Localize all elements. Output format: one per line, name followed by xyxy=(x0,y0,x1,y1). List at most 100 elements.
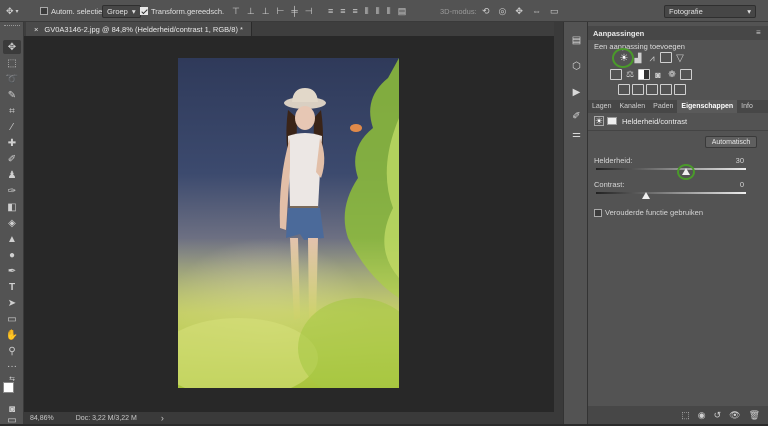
selective-color-icon[interactable] xyxy=(674,84,686,95)
crop-tool-icon[interactable]: ⌗ xyxy=(3,104,21,118)
auto-button[interactable]: Automatisch xyxy=(705,136,757,148)
dodge-tool-icon[interactable]: ● xyxy=(3,248,21,262)
checkbox-icon[interactable] xyxy=(40,7,48,15)
black-white-icon[interactable] xyxy=(638,69,650,80)
curves-icon[interactable]: ⩘ xyxy=(646,52,658,64)
photo-canvas[interactable] xyxy=(178,58,399,388)
levels-icon[interactable]: ▟ xyxy=(632,52,644,64)
auto-align-icon[interactable]: ▤ xyxy=(398,6,407,17)
layer-mask-icon[interactable] xyxy=(607,117,617,125)
distribute-top-icon[interactable]: ≡ xyxy=(328,6,333,16)
move-tool-icon[interactable]: ✥ ▾ xyxy=(6,0,19,22)
checkbox-checked-icon[interactable] xyxy=(140,7,148,15)
history-brush-tool-icon[interactable]: ✑ xyxy=(3,184,21,198)
blur-tool-icon[interactable]: ▲ xyxy=(3,232,21,246)
contrast-value[interactable]: 0 xyxy=(732,180,744,189)
3d-panel-icon[interactable]: ⬡ xyxy=(568,58,585,74)
lasso-tool-icon[interactable]: ➰ xyxy=(3,72,21,86)
align-left-icon[interactable]: ⊢ xyxy=(277,6,285,17)
transform-checkbox[interactable]: Transform.gereedsch. xyxy=(140,0,224,22)
tab-properties[interactable]: Eigenschappen xyxy=(677,100,738,113)
align-vcenter-icon[interactable]: ⊥ xyxy=(247,6,255,17)
brightness-slider-track[interactable] xyxy=(596,168,746,170)
auto-select-dropdown[interactable]: Groep ▾ xyxy=(102,4,141,18)
distribute-right-icon[interactable]: ⦀ xyxy=(387,6,391,17)
checkbox-icon[interactable] xyxy=(594,208,602,217)
foreground-color-swatch[interactable] xyxy=(3,382,14,393)
options-bar: ✥ ▾ Autom. selectie: Groep ▾ Transform.ger… xyxy=(0,0,768,22)
contrast-slider-track[interactable] xyxy=(596,192,746,194)
trash-icon[interactable]: 🗑 xyxy=(749,410,760,421)
align-right-icon[interactable]: ⊣ xyxy=(305,6,313,17)
brightness-value[interactable]: 30 xyxy=(732,156,744,165)
threshold-icon[interactable] xyxy=(646,84,658,95)
brush-tool-icon[interactable]: ✐ xyxy=(3,152,21,166)
reset-icon[interactable]: ↺ xyxy=(714,410,722,421)
pen-tool-icon[interactable]: ✒ xyxy=(3,264,21,278)
rectangle-tool-icon[interactable]: ▭ xyxy=(3,312,21,326)
tab-layers[interactable]: Lagen xyxy=(588,103,615,110)
gradient-map-icon[interactable] xyxy=(660,84,672,95)
3d-buttons: ⟲ ◎ ✥ ⇔ ▭ xyxy=(482,0,558,22)
3d-roll-icon[interactable]: ◎ xyxy=(499,6,507,17)
align-bottom-icon[interactable]: ⊥ xyxy=(262,6,270,17)
legacy-checkbox[interactable]: Verouderde functie gebruiken xyxy=(594,208,703,217)
view-previous-icon[interactable]: ◉ xyxy=(698,410,706,421)
close-icon[interactable]: × xyxy=(34,25,38,34)
clone-stamp-tool-icon[interactable]: ♟ xyxy=(3,168,21,182)
marquee-tool-icon[interactable]: ⬚ xyxy=(3,56,21,70)
color-balance-icon[interactable]: ⚖ xyxy=(624,69,636,80)
auto-select-checkbox[interactable]: Autom. selectie: xyxy=(40,0,104,22)
zoom-tool-icon[interactable]: ⚲ xyxy=(3,344,21,358)
type-tool-icon[interactable]: T xyxy=(3,280,21,294)
history-panel-icon[interactable]: ▤ xyxy=(568,32,585,48)
channel-mixer-icon[interactable]: ❁ xyxy=(666,69,678,80)
healing-brush-tool-icon[interactable]: ✚ xyxy=(3,136,21,150)
tab-paths[interactable]: Paden xyxy=(649,103,677,110)
eraser-tool-icon[interactable]: ◧ xyxy=(3,200,21,214)
path-select-tool-icon[interactable]: ➤ xyxy=(3,296,21,310)
zoom-level[interactable]: 84,86% xyxy=(30,415,54,422)
quick-select-tool-icon[interactable]: ✎ xyxy=(3,88,21,102)
color-lookup-icon[interactable] xyxy=(680,69,692,80)
contrast-slider-thumb[interactable] xyxy=(642,192,650,199)
distribute-bottom-icon[interactable]: ≡ xyxy=(353,6,358,16)
posterize-icon[interactable] xyxy=(632,84,644,95)
3d-slide-icon[interactable]: ⇔ xyxy=(532,6,541,16)
3d-camera-icon[interactable]: ▭ xyxy=(550,6,559,17)
brush-presets-icon[interactable]: ✐ xyxy=(568,108,585,124)
align-top-icon[interactable]: ⊤ xyxy=(232,6,240,17)
3d-rotate-icon[interactable]: ⟲ xyxy=(482,6,490,17)
clip-to-layer-icon[interactable]: ⬚ xyxy=(681,410,690,421)
eyedropper-tool-icon[interactable]: ⁄ xyxy=(3,120,21,134)
brightness-contrast-highlight-ring xyxy=(612,48,634,68)
invert-icon[interactable] xyxy=(618,84,630,95)
panel-menu-icon[interactable]: ≡ xyxy=(756,28,761,37)
transform-label: Transform.gereedsch. xyxy=(151,6,225,16)
document-tab[interactable]: × GV0A3146-2.jpg @ 84,8% (Helderheid/con… xyxy=(26,22,252,36)
panel-divider xyxy=(554,22,563,424)
more-tools-icon[interactable]: ··· xyxy=(3,359,21,373)
tool-presets-icon[interactable]: ⚌ xyxy=(568,126,585,142)
distribute-vcenter-icon[interactable]: ≡ xyxy=(340,6,345,16)
visibility-eye-icon[interactable]: 👁 xyxy=(729,410,740,421)
screen-mode-icon[interactable]: ▭ xyxy=(3,415,21,426)
adjustments-panel-title[interactable]: Aanpassingen xyxy=(588,26,768,40)
3d-pan-icon[interactable]: ✥ xyxy=(515,6,523,17)
hue-saturation-icon[interactable] xyxy=(610,69,622,80)
workspace-dropdown[interactable]: Fotografie ▾ xyxy=(664,4,756,18)
align-buttons: ⊤ ⊥ ⊥ ⊢ ╪ ⊣ xyxy=(232,0,313,22)
hand-tool-icon[interactable]: ✋ xyxy=(3,328,21,342)
tab-channels[interactable]: Kanalen xyxy=(615,103,649,110)
photo-filter-icon[interactable]: ◙ xyxy=(652,69,664,80)
exposure-icon[interactable] xyxy=(660,52,672,63)
distribute-left-icon[interactable]: ⦀ xyxy=(365,6,369,17)
vibrance-icon[interactable]: ▽ xyxy=(674,52,686,64)
status-menu-arrow[interactable]: › xyxy=(161,413,164,423)
tab-info[interactable]: Info xyxy=(737,103,757,110)
actions-panel-icon[interactable]: ▶ xyxy=(568,84,585,100)
paint-bucket-tool-icon[interactable]: ◈ xyxy=(3,216,21,230)
move-tool-icon[interactable]: ✥ xyxy=(3,40,21,54)
distribute-hcenter-icon[interactable]: ⦀ xyxy=(376,6,380,17)
align-hcenter-icon[interactable]: ╪ xyxy=(291,6,297,16)
